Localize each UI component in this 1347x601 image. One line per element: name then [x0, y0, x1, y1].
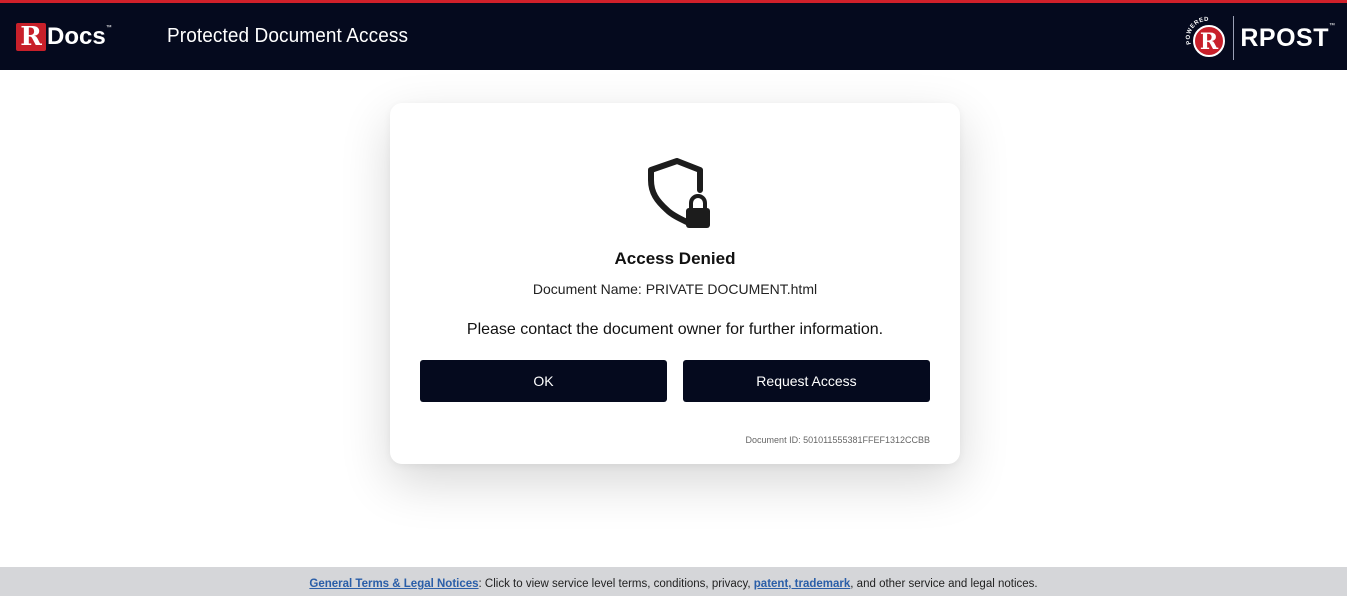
rpost-logo[interactable]: R POWERED BY RPOST ™: [1183, 13, 1335, 63]
dialog-heading: Access Denied: [614, 249, 736, 268]
rdocs-logo-tm: ™: [105, 25, 112, 31]
document-name: Document Name: PRIVATE DOCUMENT.html: [532, 281, 818, 297]
page-title: Protected Document Access: [167, 25, 409, 47]
rdocs-logo-r: R: [16, 23, 46, 51]
powered-by-badge-graphic: R POWERED BY: [1183, 14, 1226, 57]
patent-trademark-link[interactable]: patent, trademark: [754, 578, 851, 590]
rpost-divider: [1233, 16, 1235, 60]
access-denied-dialog: Access Denied Document Name: PRIVATE DOC…: [390, 103, 960, 464]
rdocs-logo[interactable]: R Docs ™: [16, 21, 112, 53]
powered-by-badge: R POWERED BY: [1183, 14, 1231, 62]
rpost-brand-text: RPOST: [1240, 23, 1329, 52]
terms-link[interactable]: General Terms & Legal Notices: [309, 578, 478, 590]
footer-text-middle: : Click to view service level terms, con…: [478, 578, 754, 590]
rpost-badge-letter: R: [1200, 29, 1219, 55]
ok-button[interactable]: OK: [420, 360, 667, 402]
rdocs-logo-text: Docs: [47, 23, 106, 50]
footer-bar: General Terms & Legal Notices: Click to …: [0, 567, 1347, 596]
dialog-message: Please contact the document owner for fu…: [466, 321, 884, 338]
footer-text-end: , and other service and legal notices.: [850, 578, 1038, 590]
request-access-button[interactable]: Request Access: [683, 360, 930, 402]
shield-lock-icon: [642, 158, 712, 230]
document-id: Document ID: 501011555381FFEF1312CCBB: [745, 435, 930, 445]
top-header-bar: R Docs ™ Protected Document Access R POW…: [0, 0, 1347, 70]
rpost-tm: ™: [1329, 23, 1335, 29]
